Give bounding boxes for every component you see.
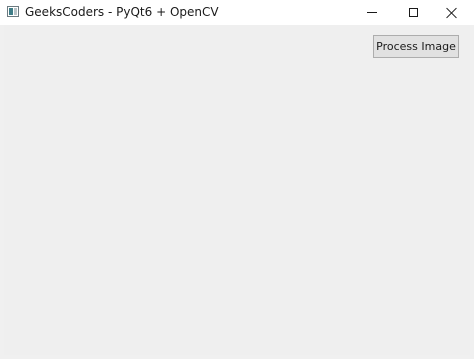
title-bar[interactable]: GeeksCoders - PyQt6 + OpenCV [0, 0, 474, 25]
minimize-button[interactable] [349, 0, 395, 25]
close-icon [446, 7, 457, 18]
app-window-icon[interactable] [7, 6, 19, 17]
app-window: GeeksCoders - PyQt6 + OpenCV Process Ima… [0, 0, 474, 359]
window-title: GeeksCoders - PyQt6 + OpenCV [25, 5, 219, 19]
process-image-button[interactable]: Process Image [373, 35, 459, 58]
maximize-icon [408, 8, 418, 17]
close-button[interactable] [428, 0, 474, 25]
minimize-icon [367, 12, 377, 13]
main-content-area: Process Image [4, 25, 470, 355]
